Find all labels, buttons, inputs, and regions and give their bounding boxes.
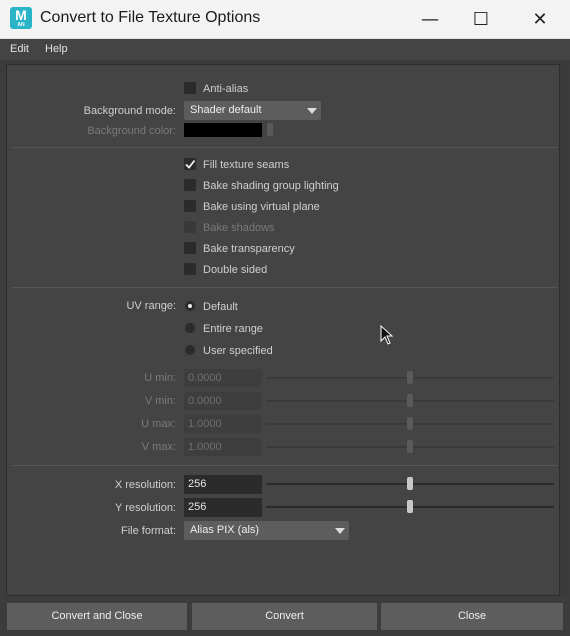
menu-edit[interactable]: Edit (10, 43, 29, 55)
bake-shading-group-lighting-checkbox[interactable] (184, 179, 196, 191)
x-resolution-label: X resolution: (114, 479, 176, 491)
u-max-field[interactable]: 1.0000 (184, 415, 262, 433)
y-resolution-field[interactable]: 256 (184, 498, 262, 517)
uv-range-user-radio[interactable] (185, 345, 195, 355)
uv-range-user-label: User specified (203, 345, 273, 357)
background-color-label: Background color: (87, 125, 176, 137)
anti-alias-checkbox[interactable] (184, 82, 196, 94)
fill-texture-seams-checkbox[interactable] (184, 158, 196, 170)
bake-using-virtual-plane-checkbox[interactable] (184, 200, 196, 212)
u-min-slider-handle[interactable] (407, 371, 413, 384)
uv-range-default-radio[interactable] (185, 301, 195, 311)
separator (12, 287, 558, 288)
uv-range-entire-radio[interactable] (185, 323, 195, 333)
v-min-label: V min: (144, 395, 176, 407)
background-color-slider-handle[interactable] (267, 123, 273, 136)
u-max-slider-handle[interactable] (407, 417, 413, 430)
y-resolution-slider-handle[interactable] (407, 500, 413, 513)
bake-transparency-label: Bake transparency (203, 243, 295, 255)
double-sided-label: Double sided (203, 264, 268, 276)
fill-texture-seams-label: Fill texture seams (203, 159, 290, 171)
maximize-button[interactable]: ☐ (453, 0, 509, 38)
background-mode-label: Background mode: (83, 105, 176, 117)
bake-shading-group-lighting-label: Bake shading group lighting (203, 180, 339, 192)
y-resolution-label: Y resolution: (115, 502, 176, 514)
maximize-icon: ☐ (472, 8, 490, 30)
close-window-button[interactable]: ✕ (512, 0, 568, 38)
v-max-field[interactable]: 1.0000 (184, 438, 262, 456)
menu-help[interactable]: Help (45, 43, 68, 55)
options-panel (6, 64, 560, 596)
v-max-label: V max: (141, 441, 176, 453)
v-min-slider-handle[interactable] (407, 394, 413, 407)
u-min-label: U min: (144, 372, 176, 384)
background-color-swatch[interactable] (184, 123, 262, 137)
anti-alias-label: Anti-alias (203, 83, 249, 95)
maya-app-icon: M AN (10, 7, 32, 29)
scrollbar[interactable] (560, 64, 568, 596)
separator (12, 465, 558, 466)
chevron-down-icon (301, 101, 321, 120)
v-min-field[interactable]: 0.0000 (184, 392, 262, 410)
bake-using-virtual-plane-label: Bake using virtual plane (203, 201, 320, 213)
menu-bar: Edit Help (0, 39, 570, 60)
minimize-icon: — (421, 8, 439, 30)
convert-button[interactable]: Convert (192, 603, 377, 630)
file-format-label: File format: (120, 525, 176, 537)
title-bar: M AN Convert to File Texture Options — ☐ … (0, 0, 570, 39)
chevron-down-icon (329, 521, 349, 540)
u-min-field[interactable]: 0.0000 (184, 369, 262, 387)
uv-range-default-label: Default (203, 301, 238, 313)
minimize-button[interactable]: — (402, 0, 458, 38)
file-format-dropdown[interactable]: Alias PIX (als) (184, 521, 349, 540)
v-max-slider-handle[interactable] (407, 440, 413, 453)
x-resolution-field[interactable]: 256 (184, 475, 262, 494)
background-mode-value: Shader default (190, 104, 262, 116)
x-resolution-slider-handle[interactable] (407, 477, 413, 490)
double-sided-checkbox[interactable] (184, 263, 196, 275)
close-button[interactable]: Close (381, 603, 563, 630)
mouse-cursor-icon (380, 325, 394, 345)
separator (12, 147, 558, 148)
background-mode-dropdown[interactable]: Shader default (184, 101, 321, 120)
u-max-label: U max: (141, 418, 176, 430)
checkmark-icon (185, 159, 196, 169)
bake-shadows-checkbox[interactable] (184, 221, 196, 233)
bake-transparency-checkbox[interactable] (184, 242, 196, 254)
close-icon: ✕ (532, 8, 548, 30)
bake-shadows-label: Bake shadows (203, 222, 275, 234)
window-title: Convert to File Texture Options (40, 9, 261, 26)
uv-range-entire-label: Entire range (203, 323, 263, 335)
file-format-value: Alias PIX (als) (190, 524, 260, 536)
uv-range-label: UV range: (126, 300, 176, 312)
convert-and-close-button[interactable]: Convert and Close (7, 603, 187, 630)
